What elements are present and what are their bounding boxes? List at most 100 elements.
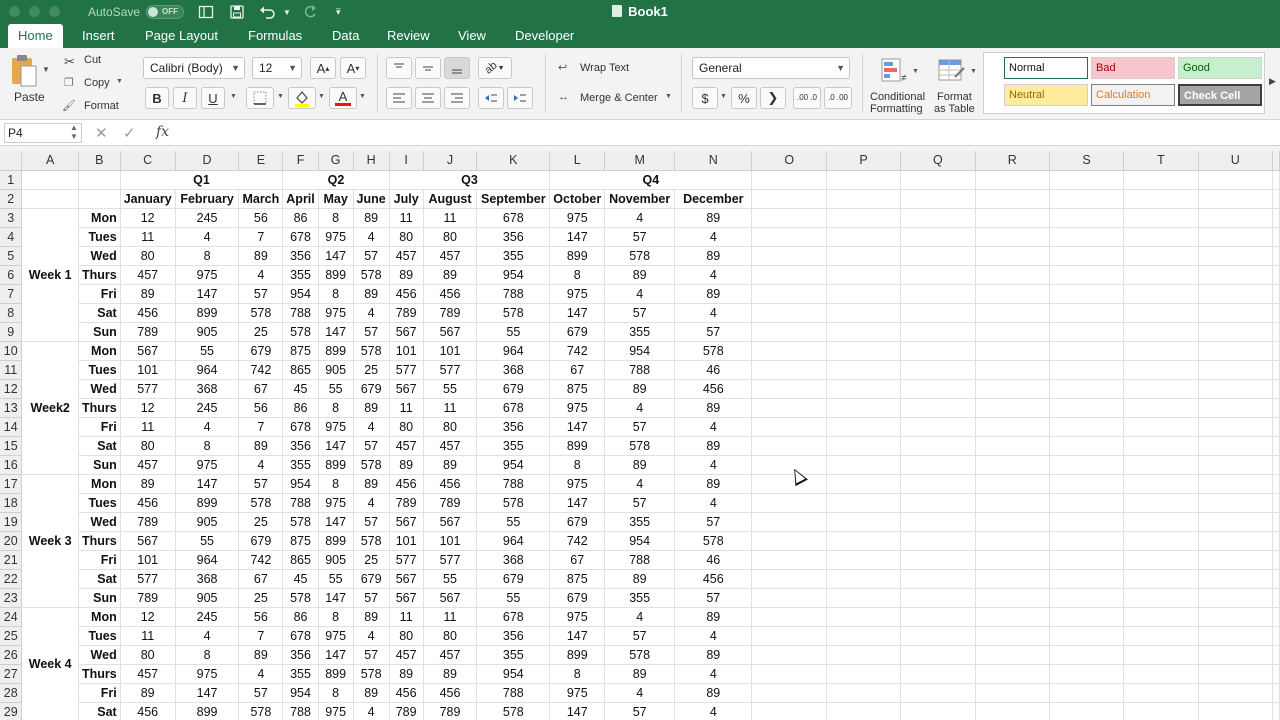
value-cell[interactable]: 4 xyxy=(175,417,240,437)
value-cell[interactable]: 355 xyxy=(282,664,319,684)
column-header[interactable]: E xyxy=(238,151,284,171)
value-cell[interactable]: 577 xyxy=(120,379,176,399)
increase-indent-button[interactable] xyxy=(507,87,533,109)
value-cell[interactable]: 865 xyxy=(282,360,319,380)
value-cell[interactable]: 788 xyxy=(604,360,676,380)
value-cell[interactable]: 80 xyxy=(120,436,176,456)
column-header[interactable]: C xyxy=(120,151,176,171)
month-header-cell[interactable]: December xyxy=(674,189,753,209)
value-cell[interactable]: 89 xyxy=(353,284,390,304)
month-header-cell[interactable]: November xyxy=(604,189,676,209)
cell[interactable] xyxy=(1198,512,1274,532)
decrease-decimal-button[interactable]: .0 .00 xyxy=(824,87,852,109)
cell[interactable] xyxy=(975,588,1050,608)
cell[interactable] xyxy=(1198,398,1274,418)
cell[interactable] xyxy=(826,208,902,228)
value-cell[interactable]: 905 xyxy=(175,322,240,342)
value-cell[interactable]: 975 xyxy=(549,398,606,418)
decrease-indent-button[interactable] xyxy=(478,87,504,109)
value-cell[interactable]: 101 xyxy=(423,531,478,551)
cell[interactable] xyxy=(975,398,1050,418)
week-label-cell[interactable]: Week 4 xyxy=(21,607,79,720)
cell[interactable] xyxy=(975,208,1050,228)
value-cell[interactable]: 899 xyxy=(318,531,354,551)
cell[interactable] xyxy=(1049,379,1125,399)
value-cell[interactable]: 742 xyxy=(549,531,606,551)
cell[interactable] xyxy=(900,341,976,361)
align-left-button[interactable] xyxy=(386,87,412,109)
row-header[interactable]: 11 xyxy=(0,360,23,380)
value-cell[interactable]: 245 xyxy=(175,208,240,228)
percent-button[interactable]: % xyxy=(731,87,757,109)
value-cell[interactable]: 899 xyxy=(318,265,354,285)
value-cell[interactable]: 89 xyxy=(389,664,424,684)
value-cell[interactable]: 578 xyxy=(282,588,319,608)
value-cell[interactable]: 89 xyxy=(423,664,478,684)
value-cell[interactable]: 456 xyxy=(674,379,753,399)
value-cell[interactable]: 56 xyxy=(238,208,284,228)
cell[interactable] xyxy=(1123,227,1199,247)
cell[interactable] xyxy=(1198,227,1274,247)
cell[interactable] xyxy=(1198,607,1274,627)
cell[interactable] xyxy=(1049,303,1125,323)
cell[interactable] xyxy=(1123,303,1199,323)
value-cell[interactable]: 356 xyxy=(476,227,551,247)
value-cell[interactable]: 875 xyxy=(549,569,606,589)
cell[interactable] xyxy=(1272,702,1280,720)
value-cell[interactable]: 55 xyxy=(175,531,240,551)
day-label-cell[interactable]: Wed xyxy=(78,246,121,266)
cell[interactable] xyxy=(1272,588,1280,608)
gallery-next-icon[interactable]: ▶ xyxy=(1269,76,1276,87)
row-header[interactable]: 2 xyxy=(0,189,23,209)
value-cell[interactable]: 8 xyxy=(318,683,354,703)
value-cell[interactable]: 457 xyxy=(423,436,478,456)
cell[interactable] xyxy=(1272,360,1280,380)
cell[interactable] xyxy=(826,588,902,608)
value-cell[interactable]: 4 xyxy=(353,417,390,437)
cell[interactable] xyxy=(1049,588,1125,608)
value-cell[interactable]: 975 xyxy=(549,208,606,228)
day-label-cell[interactable]: Sat xyxy=(78,303,121,323)
value-cell[interactable]: 975 xyxy=(549,284,606,304)
value-cell[interactable]: 899 xyxy=(175,493,240,513)
value-cell[interactable]: 57 xyxy=(238,683,284,703)
value-cell[interactable]: 457 xyxy=(389,436,424,456)
value-cell[interactable]: 578 xyxy=(476,493,551,513)
cell[interactable] xyxy=(751,664,827,684)
format-as-table-label-1[interactable]: Format xyxy=(937,91,972,103)
row-header[interactable]: 26 xyxy=(0,645,23,665)
cell[interactable] xyxy=(1272,341,1280,361)
column-header[interactable]: D xyxy=(175,151,240,171)
value-cell[interactable]: 80 xyxy=(389,227,424,247)
cell[interactable] xyxy=(1049,246,1125,266)
cell[interactable] xyxy=(751,417,827,437)
value-cell[interactable]: 788 xyxy=(282,303,319,323)
day-label-cell[interactable]: Sat xyxy=(78,436,121,456)
cell[interactable] xyxy=(1272,227,1280,247)
value-cell[interactable]: 975 xyxy=(318,702,354,720)
value-cell[interactable]: 89 xyxy=(674,284,753,304)
value-cell[interactable]: 679 xyxy=(238,531,284,551)
day-label-cell[interactable]: Thurs xyxy=(78,398,121,418)
cell[interactable] xyxy=(975,512,1050,532)
cell[interactable] xyxy=(900,664,976,684)
value-cell[interactable]: 89 xyxy=(120,284,176,304)
value-cell[interactable]: 8 xyxy=(318,474,354,494)
cell[interactable] xyxy=(1272,531,1280,551)
cell[interactable] xyxy=(900,189,976,209)
quarter-header-cell[interactable]: Q3 xyxy=(389,170,551,190)
value-cell[interactable]: 899 xyxy=(549,436,606,456)
value-cell[interactable]: 4 xyxy=(353,702,390,720)
paste-dropdown-icon[interactable]: ▼ xyxy=(42,65,50,74)
cell[interactable] xyxy=(1272,550,1280,570)
value-cell[interactable]: 55 xyxy=(318,569,354,589)
cell[interactable] xyxy=(900,493,976,513)
value-cell[interactable]: 7 xyxy=(238,626,284,646)
value-cell[interactable]: 456 xyxy=(423,284,478,304)
cell[interactable] xyxy=(826,360,902,380)
value-cell[interactable]: 11 xyxy=(423,208,478,228)
value-cell[interactable]: 80 xyxy=(120,645,176,665)
paste-icon[interactable] xyxy=(8,54,40,88)
value-cell[interactable]: 578 xyxy=(476,702,551,720)
tab-review[interactable]: Review xyxy=(377,24,440,48)
